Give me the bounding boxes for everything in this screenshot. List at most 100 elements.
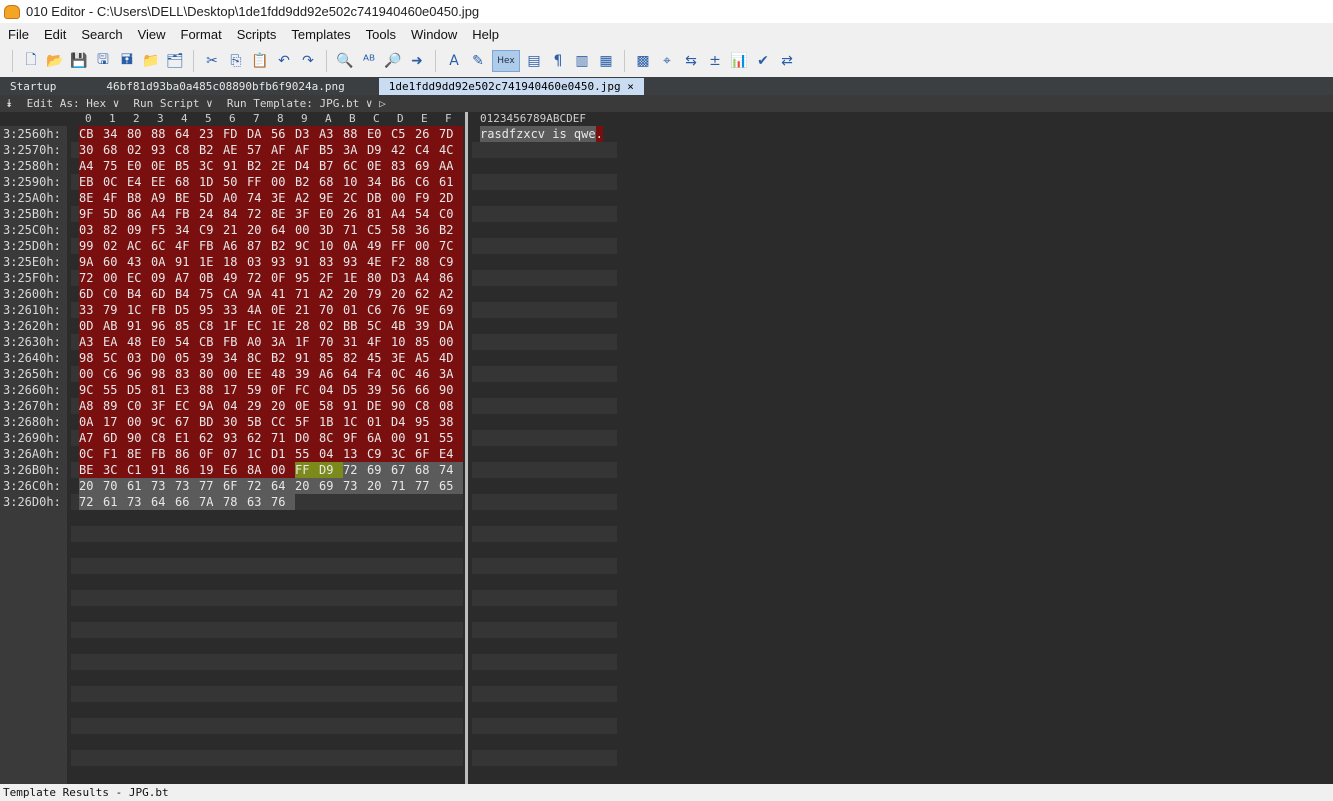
cut-icon[interactable]: ✂	[202, 51, 222, 71]
hex-row[interactable]: A8 89 C0 3F EC 9A 04 29 20 0E 58 91 DE 90 C8 08	[79, 398, 463, 414]
tab-startup[interactable]: Startup	[0, 78, 96, 95]
hex-byte[interactable]: 00	[391, 190, 415, 206]
tab-png-file[interactable]: 46bf81d93ba0a485c08890bfb6f9024a.png	[96, 78, 378, 95]
hex-byte[interactable]: 3E	[391, 350, 415, 366]
hex-byte[interactable]: 20	[343, 286, 367, 302]
hex-byte[interactable]: A5	[415, 350, 439, 366]
hex-byte[interactable]: 90	[391, 398, 415, 414]
hex-byte[interactable]: 26	[415, 126, 439, 142]
hex-byte[interactable]: A0	[223, 190, 247, 206]
hex-byte[interactable]: E0	[367, 126, 391, 142]
hex-byte[interactable]: 01	[343, 302, 367, 318]
hex-byte[interactable]: D3	[391, 270, 415, 286]
hex-byte[interactable]: C5	[391, 126, 415, 142]
hex-byte[interactable]: A3	[79, 334, 103, 350]
hex-byte[interactable]: 62	[415, 286, 439, 302]
hex-byte[interactable]: C8	[151, 430, 175, 446]
binary-icon[interactable]: ▦	[596, 51, 616, 71]
hex-byte[interactable]: 0F	[271, 270, 295, 286]
hex-byte[interactable]: B7	[319, 158, 343, 174]
hex-byte[interactable]: 72	[247, 270, 271, 286]
hex-byte[interactable]: 85	[415, 334, 439, 350]
hex-byte[interactable]: EC	[247, 318, 271, 334]
hex-byte[interactable]: 10	[319, 238, 343, 254]
hex-byte[interactable]: 6D	[103, 430, 127, 446]
hex-row[interactable]: A4 75 E0 0E B5 3C 91 B2 2E D4 B7 6C 0E 83 69 AA	[79, 158, 463, 174]
hex-byte[interactable]: A3	[319, 126, 343, 142]
hex-byte[interactable]: 71	[271, 430, 295, 446]
hex-byte[interactable]: 21	[295, 302, 319, 318]
hex-byte[interactable]: 8C	[319, 430, 343, 446]
hex-byte[interactable]: C1	[127, 462, 151, 478]
hex-byte[interactable]: 1E	[199, 254, 223, 270]
hex-byte[interactable]: 20	[79, 478, 103, 494]
hex-byte[interactable]: 39	[415, 318, 439, 334]
hex-byte[interactable]: E1	[175, 430, 199, 446]
hex-byte[interactable]: 83	[319, 254, 343, 270]
hex-byte[interactable]: 33	[79, 302, 103, 318]
hex-byte[interactable]: 1B	[319, 414, 343, 430]
hex-byte[interactable]: 91	[223, 158, 247, 174]
hex-byte[interactable]: 34	[103, 126, 127, 142]
hex-byte[interactable]: 48	[271, 366, 295, 382]
menu-format[interactable]: Format	[173, 27, 229, 42]
hex-byte[interactable]: 61	[439, 174, 463, 190]
hex-byte[interactable]: C6	[103, 366, 127, 382]
hex-byte[interactable]: 34	[367, 174, 391, 190]
hex-byte[interactable]: DB	[367, 190, 391, 206]
hex-byte[interactable]: 9E	[415, 302, 439, 318]
hex-byte[interactable]: 75	[199, 286, 223, 302]
hex-byte[interactable]: 9C	[151, 414, 175, 430]
hex-byte[interactable]: B2	[295, 174, 319, 190]
hex-byte[interactable]: CC	[271, 414, 295, 430]
ascii-pane[interactable]: Ë4€ˆd#ýÚVÓ£ˆàÅ&}0h."È²®W¯¯µ:ÙBÄL¤uà.µ<'²…	[472, 126, 617, 784]
hex-row[interactable]: 72 61 73 64 66 7A 78 63 76	[79, 494, 295, 510]
hex-byte[interactable]: 6F	[415, 446, 439, 462]
hex-byte[interactable]: C4	[415, 142, 439, 158]
hex-byte[interactable]: 54	[175, 334, 199, 350]
hex-byte[interactable]: 58	[319, 398, 343, 414]
hex-byte[interactable]: 09	[127, 222, 151, 238]
menu-window[interactable]: Window	[403, 27, 464, 42]
hex-byte[interactable]: E6	[223, 462, 247, 478]
open-folder-icon[interactable]: 📂	[45, 51, 65, 71]
hex-byte[interactable]: 6C	[151, 238, 175, 254]
hex-byte[interactable]: 64	[271, 478, 295, 494]
hex-byte[interactable]: 82	[343, 350, 367, 366]
hex-byte[interactable]: A2	[295, 190, 319, 206]
hex-byte[interactable]: 91	[175, 254, 199, 270]
hex-byte[interactable]: 90	[127, 430, 151, 446]
hex-byte[interactable]: 71	[343, 222, 367, 238]
hex-byte[interactable]: 91	[151, 462, 175, 478]
hex-byte[interactable]: 5B	[247, 414, 271, 430]
hex-byte[interactable]: 74	[439, 462, 463, 478]
hex-byte[interactable]: 00	[103, 270, 127, 286]
hex-byte[interactable]: 91	[295, 254, 319, 270]
hex-byte[interactable]: DA	[247, 126, 271, 142]
hex-byte[interactable]: 3C	[391, 446, 415, 462]
hex-byte[interactable]: 68	[415, 462, 439, 478]
hex-byte[interactable]: FB	[175, 206, 199, 222]
hex-byte[interactable]: 8E	[271, 206, 295, 222]
hex-byte[interactable]: 3F	[295, 206, 319, 222]
menu-search[interactable]: Search	[73, 27, 129, 42]
hex-byte[interactable]: 68	[175, 174, 199, 190]
hex-byte[interactable]: D1	[271, 446, 295, 462]
hex-byte[interactable]: EE	[247, 366, 271, 382]
base-convert-icon[interactable]: ⇄	[777, 51, 797, 71]
check-icon[interactable]: ✔	[753, 51, 773, 71]
hex-byte[interactable]: 2C	[343, 190, 367, 206]
paragraph-icon[interactable]: ¶	[548, 51, 568, 71]
hex-row[interactable]: 98 5C 03 D0 05 39 34 8C B2 91 85 82 45 3E A5 4D	[79, 350, 463, 366]
hex-byte[interactable]: D4	[295, 158, 319, 174]
hex-byte[interactable]: 48	[127, 334, 151, 350]
hex-row[interactable]: 03 82 09 F5 34 C9 21 20 64 00 3D 71 C5 58 36 B2	[79, 222, 463, 238]
hex-byte[interactable]: AF	[295, 142, 319, 158]
hex-byte[interactable]: E4	[127, 174, 151, 190]
hex-byte[interactable]: 00	[415, 238, 439, 254]
hex-byte[interactable]: FB	[151, 446, 175, 462]
hex-byte[interactable]: 2E	[271, 158, 295, 174]
hex-byte[interactable]: 9A	[79, 254, 103, 270]
hex-byte[interactable]: 0F	[199, 446, 223, 462]
hex-byte[interactable]: 13	[343, 446, 367, 462]
